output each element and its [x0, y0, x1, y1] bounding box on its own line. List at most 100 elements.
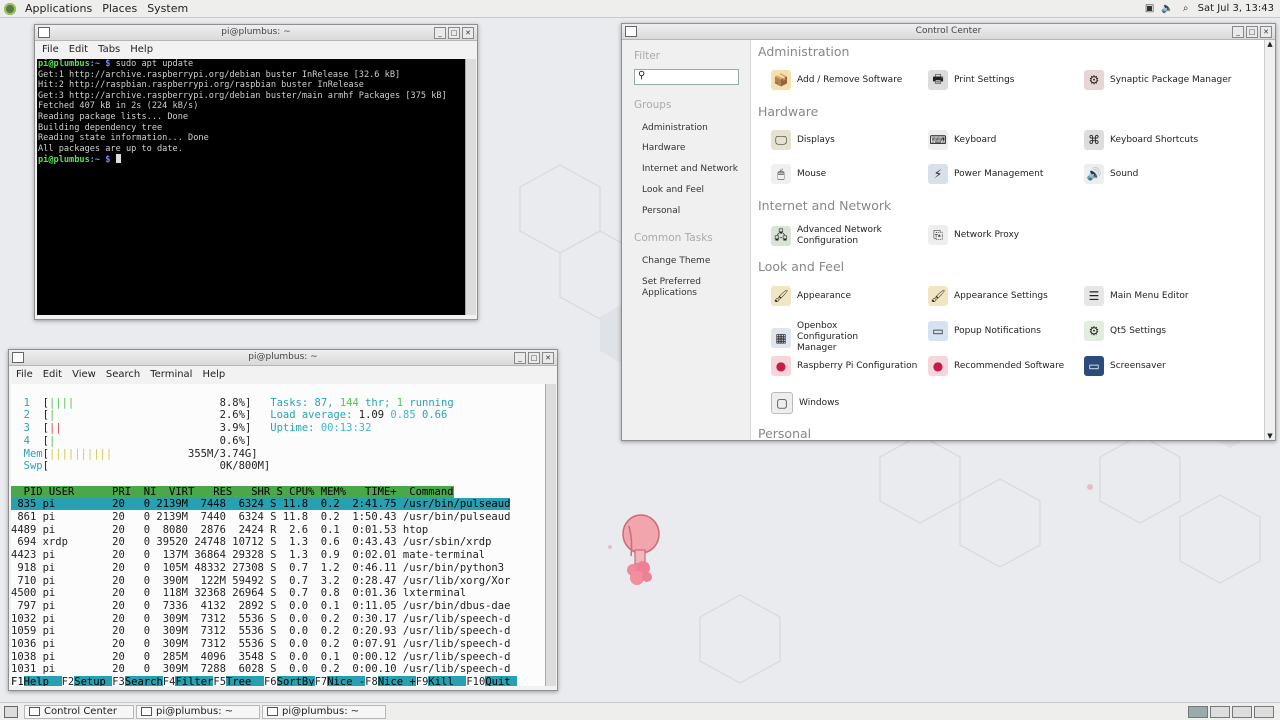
item-power-management[interactable]: ⚡ Power Management	[928, 164, 1078, 184]
process-table-header[interactable]: PID USER PRI NI VIRT RES SHR S CPU% MEM%…	[11, 485, 454, 498]
item-keyboard[interactable]: ⌨ Keyboard	[928, 130, 1078, 150]
fkey-quit[interactable]: Quit	[485, 676, 517, 686]
minimize-button[interactable]: _	[514, 352, 526, 364]
item-displays[interactable]: 🖵 Displays	[771, 130, 921, 150]
table-row-selected[interactable]: 835 pi 20 0 2139M 7448 6324 S 11.8 0.2 2…	[11, 498, 511, 511]
item-add-remove-software[interactable]: 📦 Add / Remove Software	[771, 70, 921, 90]
htop-screen[interactable]: 1 [|||| 8.8%] Tasks: 87, 144 thr; 1 runn…	[11, 384, 545, 686]
taskbar-terminal-2[interactable]: pi@plumbus: ~	[262, 704, 386, 719]
scroll-up-arrow-icon[interactable]: ▲	[1265, 40, 1275, 48]
places-menu[interactable]: Places	[97, 0, 142, 17]
table-row[interactable]: 1038 pi 20 0 285M 4096 3548 S 0.0 0.1 0:…	[11, 651, 510, 663]
item-synaptic[interactable]: ⚙ Synaptic Package Manager	[1084, 70, 1234, 90]
fkey-kill[interactable]: Kill	[428, 676, 467, 686]
titlebar[interactable]: pi@plumbus: ~ _ □ ✕	[35, 25, 477, 41]
fkey-setup[interactable]: Setup	[74, 676, 113, 686]
task-change-theme[interactable]: Change Theme	[622, 256, 710, 266]
item-recommended-software[interactable]: ● Recommended Software	[928, 356, 1078, 376]
close-button[interactable]: ✕	[1260, 26, 1272, 38]
menu-help[interactable]: Help	[125, 44, 158, 55]
titlebar[interactable]: Control Center _ □ ✕	[622, 24, 1275, 40]
item-advanced-network[interactable]: 🖧 Advanced Network Configuration	[771, 225, 921, 247]
group-look-feel[interactable]: Look and Feel	[622, 185, 704, 195]
fkey-nice-minus[interactable]: Nice -	[327, 676, 366, 686]
table-row[interactable]: 918 pi 20 0 105M 48332 27308 S 0.7 1.2 0…	[11, 562, 504, 574]
distro-logo-icon[interactable]	[4, 2, 16, 15]
task-set-preferred-apps[interactable]: Set Preferred Applications	[622, 277, 722, 299]
group-personal[interactable]: Personal	[622, 206, 680, 216]
group-hardware[interactable]: Hardware	[622, 143, 685, 153]
minimize-button[interactable]: _	[1232, 26, 1244, 38]
network-tray-icon[interactable]: ▣	[1144, 3, 1156, 15]
maximize-button[interactable]: □	[1246, 26, 1258, 38]
scrollbar[interactable]: ▲ ▼	[1264, 40, 1275, 440]
menu-view[interactable]: View	[67, 369, 101, 380]
fkey-search[interactable]: Search	[124, 676, 163, 686]
scrollbar[interactable]	[545, 384, 556, 686]
item-main-menu-editor[interactable]: ☰ Main Menu Editor	[1084, 286, 1234, 306]
workspace-switcher[interactable]	[1188, 705, 1274, 718]
applications-menu[interactable]: Applications	[20, 0, 97, 17]
maximize-button[interactable]: □	[528, 352, 540, 364]
filter-input[interactable]: ⚲	[634, 69, 739, 85]
group-internet-network[interactable]: Internet and Network	[622, 164, 738, 174]
terminal-output[interactable]: pi@plumbus:~ $ sudo apt update Get:1 htt…	[37, 59, 465, 315]
item-windows[interactable]: ▢ Windows	[771, 392, 921, 414]
workspace-4[interactable]	[1254, 705, 1274, 718]
close-button[interactable]: ✕	[462, 27, 474, 39]
item-screensaver[interactable]: ▭ Screensaver	[1084, 356, 1234, 376]
table-row[interactable]: 797 pi 20 0 7336 4132 2892 S 0.0 0.1 0:1…	[11, 600, 510, 612]
table-row[interactable]: 1032 pi 20 0 309M 7312 5536 S 0.0 0.2 0:…	[11, 613, 510, 625]
workspace-3[interactable]	[1232, 705, 1252, 718]
show-desktop-icon[interactable]	[4, 705, 18, 718]
taskbar-control-center[interactable]: Control Center	[24, 704, 134, 719]
fkey-sortby[interactable]: SortBy	[276, 676, 315, 686]
item-network-proxy[interactable]: ⎘ Network Proxy	[928, 225, 1078, 245]
item-qt5-settings[interactable]: ⚙ Qt5 Settings	[1084, 321, 1234, 341]
table-row[interactable]: 1031 pi 20 0 309M 7288 6028 S 0.0 0.2 0:…	[11, 663, 510, 675]
menu-file[interactable]: File	[11, 369, 38, 380]
system-menu[interactable]: System	[142, 0, 193, 17]
titlebar[interactable]: pi@plumbus: ~ _ □ ✕	[9, 350, 557, 366]
group-administration[interactable]: Administration	[622, 123, 708, 133]
item-openbox-config[interactable]: ▦ Openbox Configuration Manager	[771, 321, 921, 354]
fkey-tree[interactable]: Tree	[226, 676, 264, 686]
fkey-nice-plus[interactable]: Nice +	[377, 676, 416, 686]
menu-edit[interactable]: Edit	[64, 44, 93, 55]
table-row[interactable]: 710 pi 20 0 390M 122M 59492 S 0.7 3.2 0:…	[11, 575, 510, 587]
fkey-help[interactable]: Help	[23, 676, 62, 686]
table-row[interactable]: 1059 pi 20 0 309M 7312 5536 S 0.0 0.2 0:…	[11, 625, 510, 637]
menu-file[interactable]: File	[37, 44, 64, 55]
item-print-settings[interactable]: 🖶 Print Settings	[928, 70, 1078, 90]
table-row[interactable]: 694 xrdp 20 0 39520 24748 10712 S 1.3 0.…	[11, 536, 491, 548]
item-sound[interactable]: 🔊 Sound	[1084, 164, 1234, 184]
item-mouse[interactable]: 🖱 Mouse	[771, 164, 921, 184]
item-appearance-settings[interactable]: 🖌 Appearance Settings	[928, 286, 1078, 306]
clock[interactable]: Sat Jul 3, 13:43	[1198, 3, 1274, 14]
close-button[interactable]: ✕	[542, 352, 554, 364]
table-row[interactable]: 4489 pi 20 0 8080 2876 2424 R 2.6 0.1 0:…	[11, 524, 428, 536]
minimize-button[interactable]: _	[434, 27, 446, 39]
menu-edit[interactable]: Edit	[38, 369, 67, 380]
item-raspberry-pi-config[interactable]: ● Raspberry Pi Configuration	[771, 356, 921, 376]
menu-terminal[interactable]: Terminal	[145, 369, 197, 380]
fkey-filter[interactable]: Filter	[175, 676, 214, 686]
search-tray-icon[interactable]: ⌕	[1180, 3, 1192, 15]
table-row[interactable]: 1036 pi 20 0 309M 7312 5536 S 0.0 0.2 0:…	[11, 638, 510, 650]
scroll-down-arrow-icon[interactable]: ▼	[1265, 432, 1275, 440]
workspace-2[interactable]	[1210, 705, 1230, 718]
item-appearance[interactable]: 🖌 Appearance	[771, 286, 921, 306]
menu-search[interactable]: Search	[101, 369, 145, 380]
table-row[interactable]: 861 pi 20 0 2139M 7440 6324 S 11.8 0.2 1…	[11, 511, 510, 523]
menu-help[interactable]: Help	[197, 369, 230, 380]
table-row[interactable]: 4423 pi 20 0 137M 36864 29328 S 1.3 0.9 …	[11, 549, 485, 561]
table-row[interactable]: 4500 pi 20 0 118M 32368 26964 S 0.7 0.8 …	[11, 587, 466, 599]
volume-icon[interactable]: 🔈	[1161, 3, 1173, 15]
maximize-button[interactable]: □	[448, 27, 460, 39]
scrollbar[interactable]	[465, 59, 476, 315]
item-keyboard-shortcuts[interactable]: ⌘ Keyboard Shortcuts	[1084, 130, 1234, 150]
item-popup-notifications[interactable]: ▭ Popup Notifications	[928, 321, 1078, 341]
taskbar-terminal-1[interactable]: pi@plumbus: ~	[136, 704, 260, 719]
menu-tabs[interactable]: Tabs	[93, 44, 125, 55]
workspace-1[interactable]	[1188, 705, 1208, 718]
